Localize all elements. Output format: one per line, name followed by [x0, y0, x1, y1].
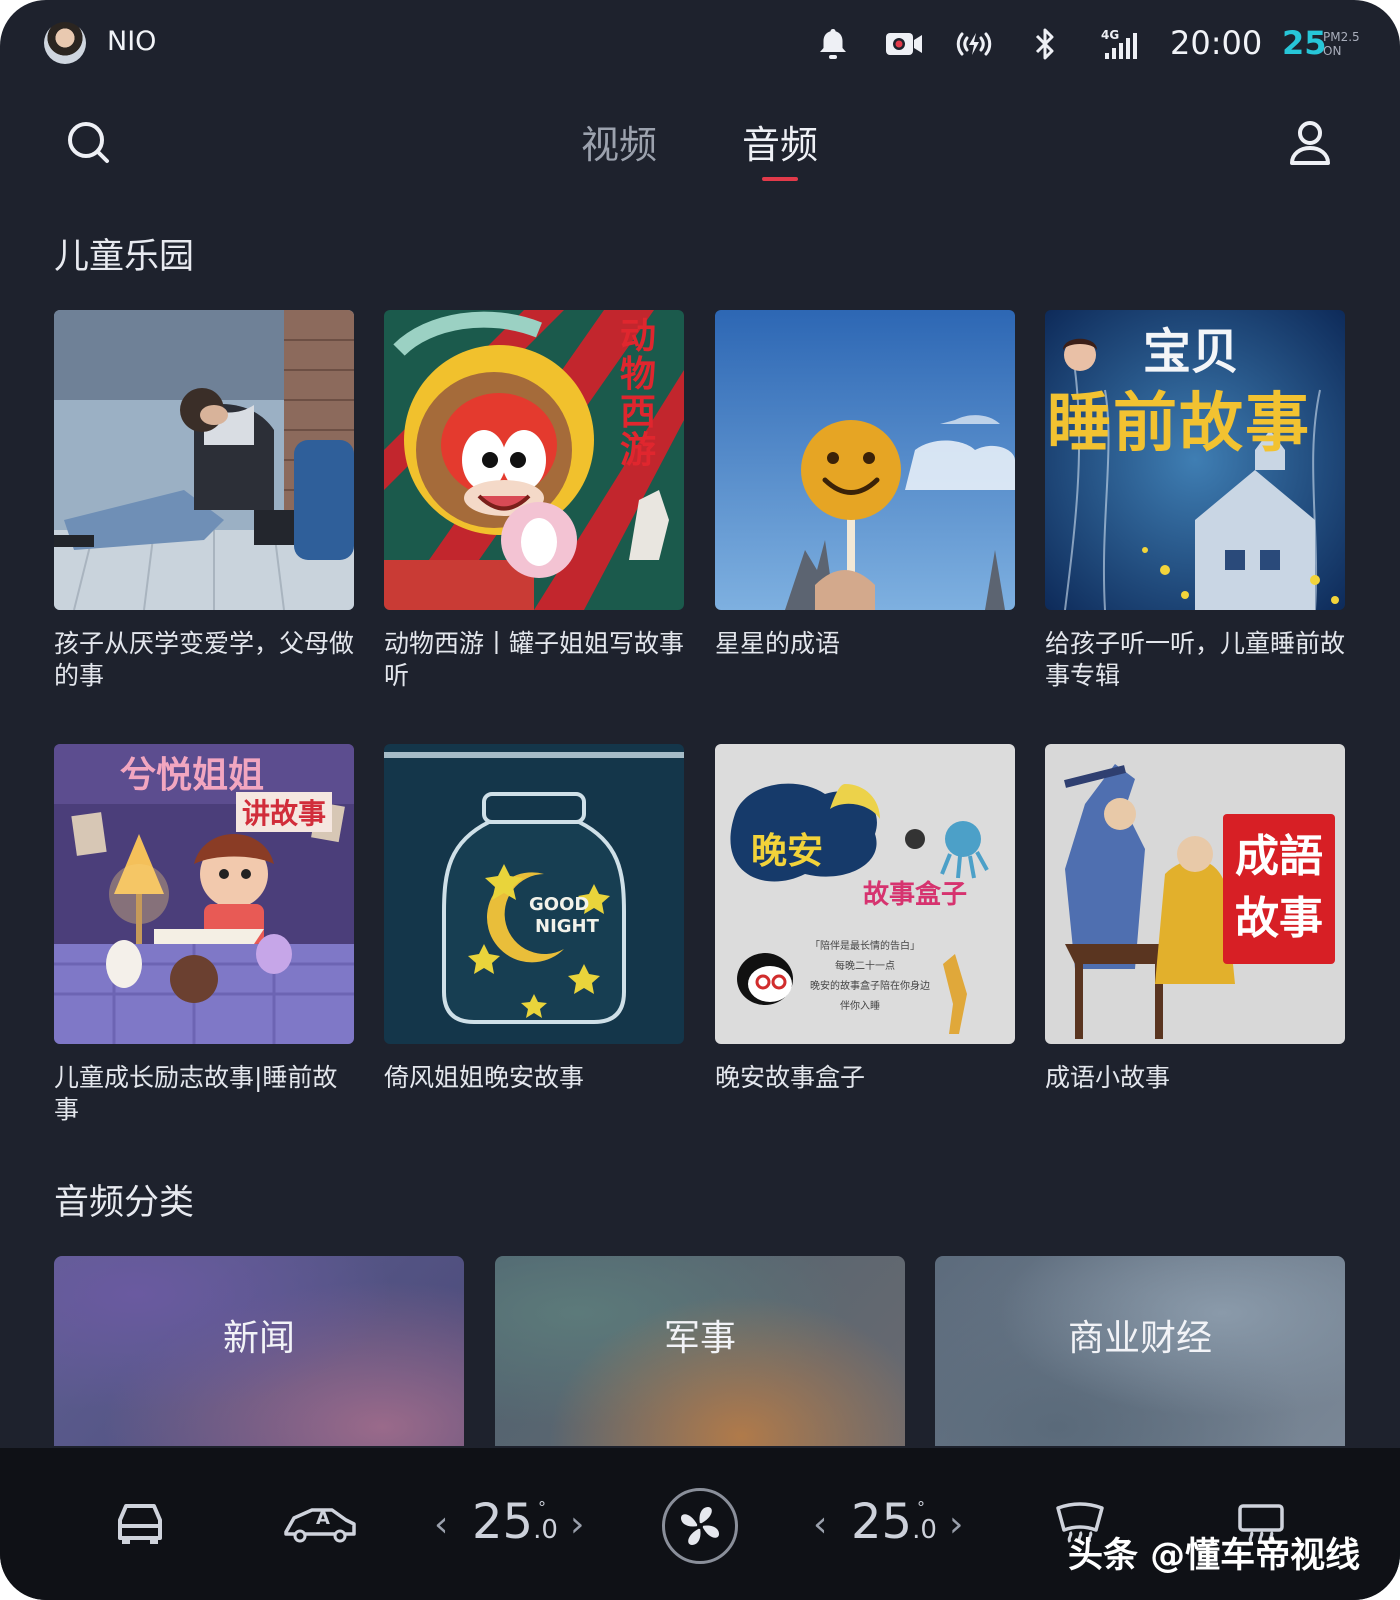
- left-temp-increase[interactable]: ›: [570, 1504, 584, 1545]
- album-cover: 兮悦姐姐 讲故事: [54, 744, 354, 1044]
- auto-label: A: [316, 1508, 330, 1529]
- album-card[interactable]: 「陪伴是最长情的告白」 每晚二十一点晚安的故事盒子陪在你身边伴你入睡 晚安 故事盒…: [715, 744, 1015, 1094]
- svg-text:晚安的故事盒子陪在你身边: 晚安的故事盒子陪在你身边: [810, 979, 930, 992]
- camera-record-icon[interactable]: [884, 22, 924, 66]
- status-bar: NIO 4G 20:00 25 PM2.5 ON: [0, 0, 1400, 88]
- cover-text: 动物西游: [620, 316, 657, 471]
- cover-text-1: 晚安: [751, 831, 824, 872]
- cover-text-line-2: NIGHT: [535, 916, 599, 937]
- user-icon: [1290, 121, 1330, 165]
- left-temp-decrease[interactable]: ‹: [434, 1504, 448, 1545]
- album-card[interactable]: 宝贝 睡前故事 给孩子听一听，儿童睡前故事专辑: [1045, 310, 1345, 692]
- cover-text-main: 睡前故事: [1047, 387, 1311, 461]
- user-name[interactable]: NIO: [107, 26, 156, 57]
- right-temp-value: 25: [851, 1494, 913, 1550]
- category-news[interactable]: 新闻: [54, 1256, 464, 1446]
- album-title: 孩子从厌学变爱学，父母做的事: [54, 629, 355, 690]
- fan-icon: [681, 1507, 719, 1545]
- cover-text-sub: 讲故事: [236, 792, 333, 832]
- album-cover: 「陪伴是最长情的告白」 每晚二十一点晚安的故事盒子陪在你身边伴你入睡 晚安 故事盒…: [715, 744, 1015, 1044]
- svg-text:4G: 4G: [1101, 28, 1119, 42]
- car-button[interactable]: [112, 1500, 168, 1546]
- car-icon: [118, 1504, 162, 1544]
- right-temp-degree: °: [917, 1498, 925, 1517]
- album-title: 晚安故事盒子: [715, 1063, 866, 1092]
- aqi-value[interactable]: 25: [1282, 24, 1327, 62]
- svg-text:「陪伴是最长情的告白」: 「陪伴是最长情的告白」: [810, 939, 920, 952]
- album-cover: 宝贝 睡前故事: [1045, 310, 1345, 610]
- category-label: 军事: [663, 1318, 736, 1359]
- album-title: 星星的成语: [715, 629, 841, 658]
- section-title-categories: 音频分类: [54, 1183, 195, 1223]
- search-button[interactable]: [64, 118, 114, 168]
- cover-text: 成語 故事: [1235, 826, 1323, 950]
- album-card[interactable]: 成語 故事 成语小故事: [1045, 744, 1345, 1094]
- album-title: 儿童成长励志故事|睡前故事: [54, 1063, 338, 1124]
- album-title: 成语小故事: [1045, 1063, 1171, 1092]
- cover-text-line-1: GOOD: [529, 894, 590, 915]
- album-card[interactable]: 动物西游 动物西游丨罐子姐姐写故事听: [384, 310, 684, 692]
- category-label: 新闻: [222, 1318, 295, 1359]
- avatar[interactable]: [44, 22, 86, 64]
- tab-video[interactable]: 视频: [581, 114, 657, 169]
- wireless-charging-icon: [954, 22, 994, 66]
- app-screen: NIO 4G 20:00 25 PM2.5 ON 视频 音频 儿童乐园 孩子从厌…: [0, 0, 1400, 1600]
- bell-icon[interactable]: [815, 22, 851, 66]
- bluetooth-icon[interactable]: [1030, 22, 1060, 66]
- left-temp-decimal: .0: [533, 1515, 558, 1545]
- active-tab-indicator: [762, 177, 798, 181]
- album-title: 给孩子听一听，儿童睡前故事专辑: [1045, 629, 1346, 690]
- album-cover: 动物西游: [384, 310, 684, 610]
- album-title: 动物西游丨罐子姐姐写故事听: [384, 629, 685, 690]
- svg-text:伴你入睡: 伴你入睡: [840, 999, 880, 1012]
- album-cover: [54, 310, 354, 610]
- signal-4g-icon: 4G: [1100, 22, 1140, 66]
- right-temp-decimal: .0: [912, 1515, 937, 1545]
- left-temp-value: 25: [472, 1494, 534, 1550]
- album-cover: [715, 310, 1015, 610]
- album-cover: GOOD NIGHT: [384, 744, 684, 1044]
- clock: 20:00: [1170, 24, 1263, 62]
- album-card[interactable]: 星星的成语: [715, 310, 1015, 660]
- aqi-label-top: PM2.5: [1323, 30, 1360, 44]
- album-cover: 成語 故事: [1045, 744, 1345, 1044]
- cover-text-top: 兮悦姐姐: [120, 755, 265, 796]
- tab-audio[interactable]: 音频: [742, 114, 818, 169]
- album-title: 倚风姐姐晚安故事: [384, 1063, 585, 1092]
- album-card[interactable]: GOOD NIGHT 倚风姐姐晚安故事: [384, 744, 684, 1094]
- aqi-label: PM2.5 ON: [1323, 30, 1360, 58]
- category-label: 商业财经: [1067, 1318, 1212, 1359]
- album-card[interactable]: 孩子从厌学变爱学，父母做的事: [54, 310, 354, 692]
- cover-text-line-2: 故事: [1235, 893, 1323, 944]
- category-military[interactable]: 军事: [495, 1256, 905, 1446]
- fan-button[interactable]: [662, 1488, 738, 1564]
- left-temp-degree: °: [538, 1498, 546, 1517]
- watermark: 头条 @懂车帝视线: [1068, 1536, 1361, 1576]
- auto-mode-button[interactable]: A: [282, 1502, 358, 1546]
- cover-text-line-1: 成語: [1235, 831, 1323, 882]
- section-title-kids: 儿童乐园: [54, 237, 195, 277]
- aqi-label-bottom: ON: [1323, 44, 1342, 58]
- profile-button[interactable]: [1285, 118, 1335, 168]
- search-icon: [68, 122, 109, 163]
- right-temp-increase[interactable]: ›: [949, 1504, 963, 1545]
- cover-text-2: 故事盒子: [863, 880, 968, 910]
- cover-text: GOOD NIGHT: [529, 894, 599, 938]
- right-temp-decrease[interactable]: ‹: [813, 1504, 827, 1545]
- category-business[interactable]: 商业财经: [935, 1256, 1345, 1446]
- svg-text:每晚二十一点: 每晚二十一点: [835, 959, 895, 972]
- album-card[interactable]: 兮悦姐姐 讲故事 儿童成长励志故事|睡前故事: [54, 744, 354, 1126]
